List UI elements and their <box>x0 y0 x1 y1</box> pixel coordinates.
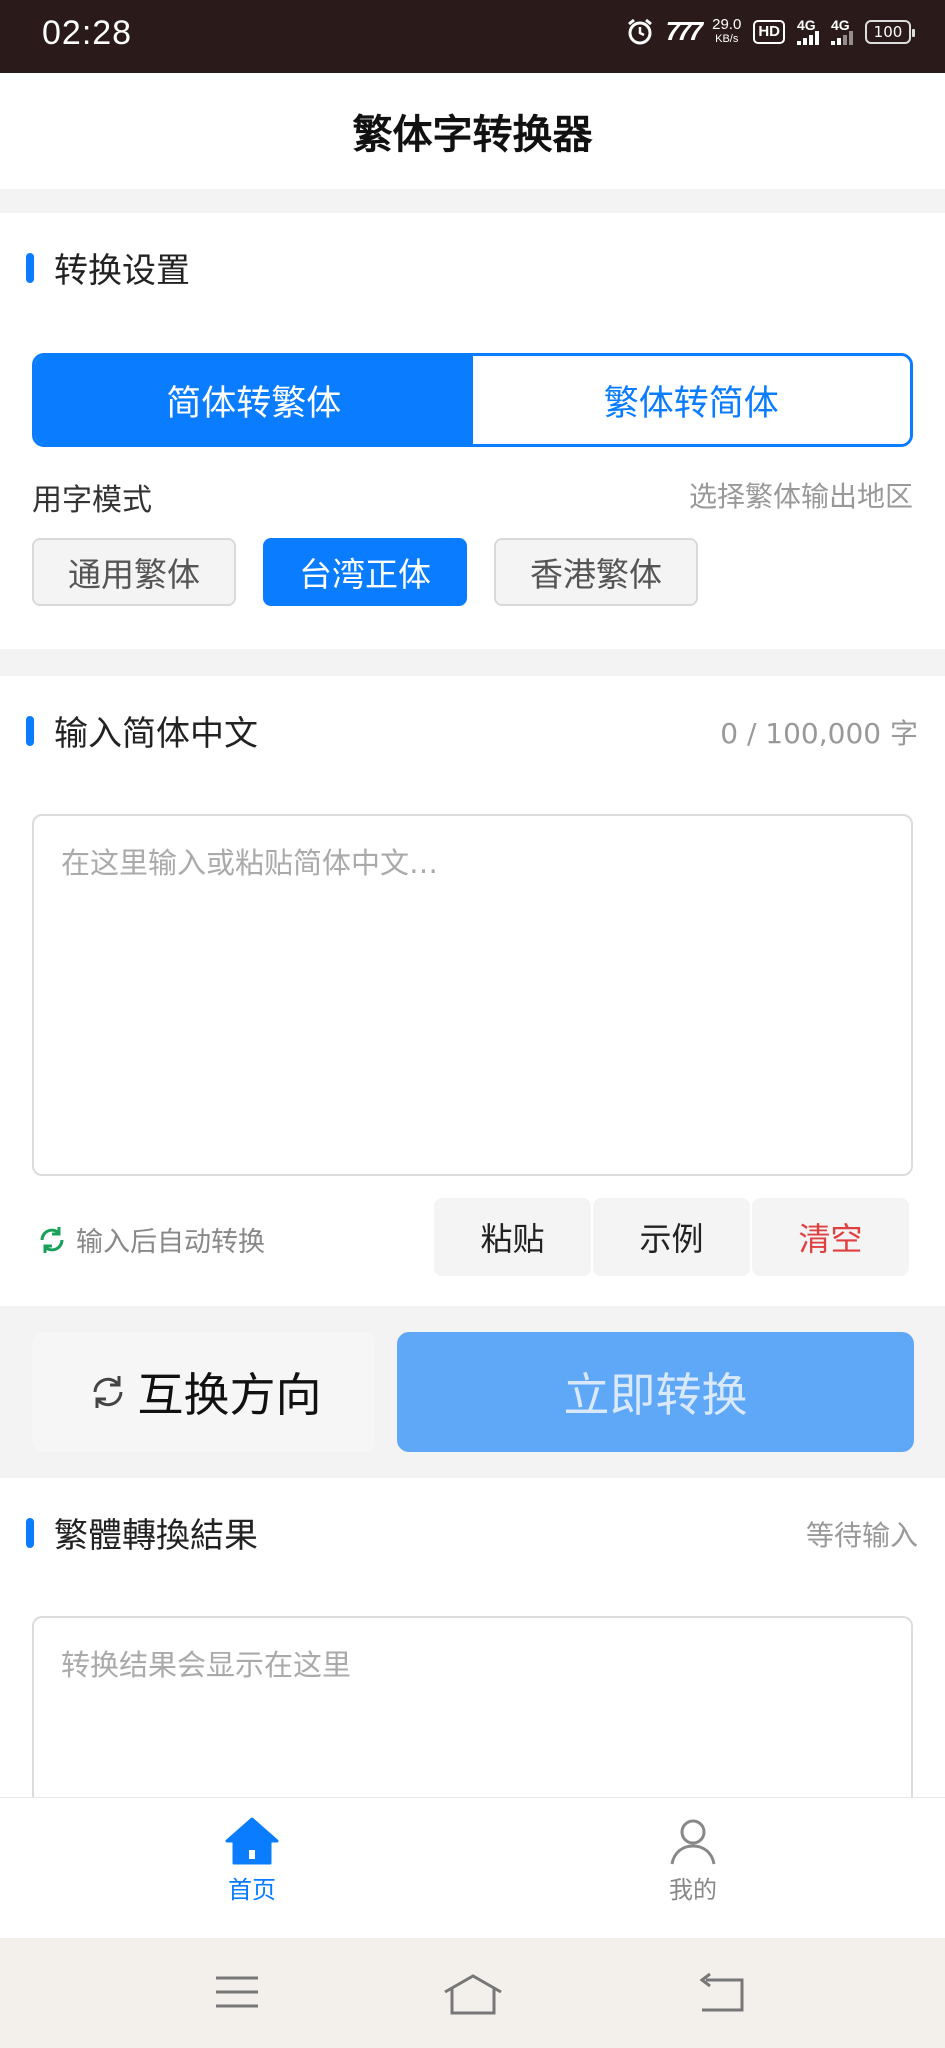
tab-simplified-to-traditional[interactable]: 简体转繁体 <box>35 356 473 444</box>
tab-mine-label: 我的 <box>669 1876 717 1904</box>
carrier-icon: 777 <box>665 16 703 46</box>
input-section-title: 输入简体中文 <box>26 706 258 755</box>
settings-section-title: 转换设置 <box>26 243 190 292</box>
mode-chip-group: 通用繁体 台湾正体 香港繁体 <box>32 538 698 606</box>
status-time: 02:28 <box>42 14 133 52</box>
refresh-icon <box>40 1226 64 1253</box>
mode-chip-hongkong[interactable]: 香港繁体 <box>494 538 698 606</box>
result-section-title: 繁體轉換結果 <box>26 1508 258 1557</box>
convert-button[interactable]: 立即转换 <box>397 1332 914 1452</box>
swap-icon <box>93 1376 122 1408</box>
result-status: 等待输入 <box>805 1519 918 1552</box>
tab-home-label: 首页 <box>228 1876 276 1904</box>
direction-segmented-control: 简体转繁体 繁体转简体 <box>32 353 913 447</box>
bottom-tab-bar: 首页 我的 <box>0 1797 945 1938</box>
char-counter: 0 / 100,000 字 <box>720 717 918 750</box>
section-accent-bar <box>26 252 34 283</box>
mode-label: 用字模式 <box>32 483 152 518</box>
hd-icon: HD <box>753 19 785 44</box>
result-placeholder: 转换结果会显示在这里 <box>61 1648 352 1682</box>
status-icons: 777 29.0 KB/s HD 4G 4G 100 <box>626 15 915 47</box>
tab-traditional-to-simplified[interactable]: 繁体转简体 <box>472 356 910 444</box>
action-row: 互换方向 立即转换 <box>0 1306 945 1478</box>
home-nav-icon[interactable] <box>442 1972 504 2016</box>
settings-card: 转换设置 简体转繁体 繁体转简体 用字模式 选择繁体输出地区 通用繁体 台湾正体… <box>0 213 945 649</box>
auto-convert-indicator[interactable]: 输入后自动转换 <box>34 1220 265 1259</box>
result-card: 繁體轉換結果 等待输入 转换结果会显示在这里 <box>0 1478 945 1816</box>
tab-home[interactable]: 首页 <box>182 1816 322 1905</box>
net-speed: 29.0 KB/s <box>712 15 742 45</box>
swap-label: 互换方向 <box>137 1368 322 1422</box>
tab-mine[interactable]: 我的 <box>623 1816 763 1905</box>
user-icon <box>670 1819 716 1865</box>
mode-hint: 选择繁体输出地区 <box>688 480 913 513</box>
home-icon <box>225 1817 279 1865</box>
battery-icon: 100 <box>865 19 915 44</box>
status-bar: 02:28 777 29.0 KB/s HD 4G 4G 100 <box>0 0 945 73</box>
mode-chip-general[interactable]: 通用繁体 <box>32 538 236 606</box>
signal-icon-1: 4G <box>797 18 819 45</box>
alarm-icon <box>626 18 654 46</box>
app-header: 繁体字转换器 <box>0 73 945 189</box>
page-title: 繁体字转换器 <box>352 112 593 158</box>
example-button[interactable]: 示例 <box>593 1198 750 1276</box>
paste-button[interactable]: 粘贴 <box>434 1198 591 1276</box>
swap-direction-button[interactable]: 互换方向 <box>32 1332 375 1452</box>
clear-button[interactable]: 清空 <box>752 1198 909 1276</box>
input-placeholder: 在这里输入或粘贴简体中文… <box>61 846 439 880</box>
section-accent-bar <box>26 1517 34 1548</box>
auto-convert-label: 输入后自动转换 <box>76 1227 265 1258</box>
input-actions: 粘贴 示例 清空 <box>434 1198 909 1276</box>
back-icon[interactable] <box>696 1972 746 2014</box>
menu-icon[interactable] <box>214 1972 260 2012</box>
mode-chip-taiwan[interactable]: 台湾正体 <box>263 538 467 606</box>
system-nav-bar <box>0 1938 945 2048</box>
signal-icon-2: 4G <box>831 18 853 45</box>
section-accent-bar <box>26 715 34 746</box>
result-textarea[interactable]: 转换结果会显示在这里 <box>32 1616 913 1816</box>
input-textarea[interactable]: 在这里输入或粘贴简体中文… <box>32 814 913 1176</box>
